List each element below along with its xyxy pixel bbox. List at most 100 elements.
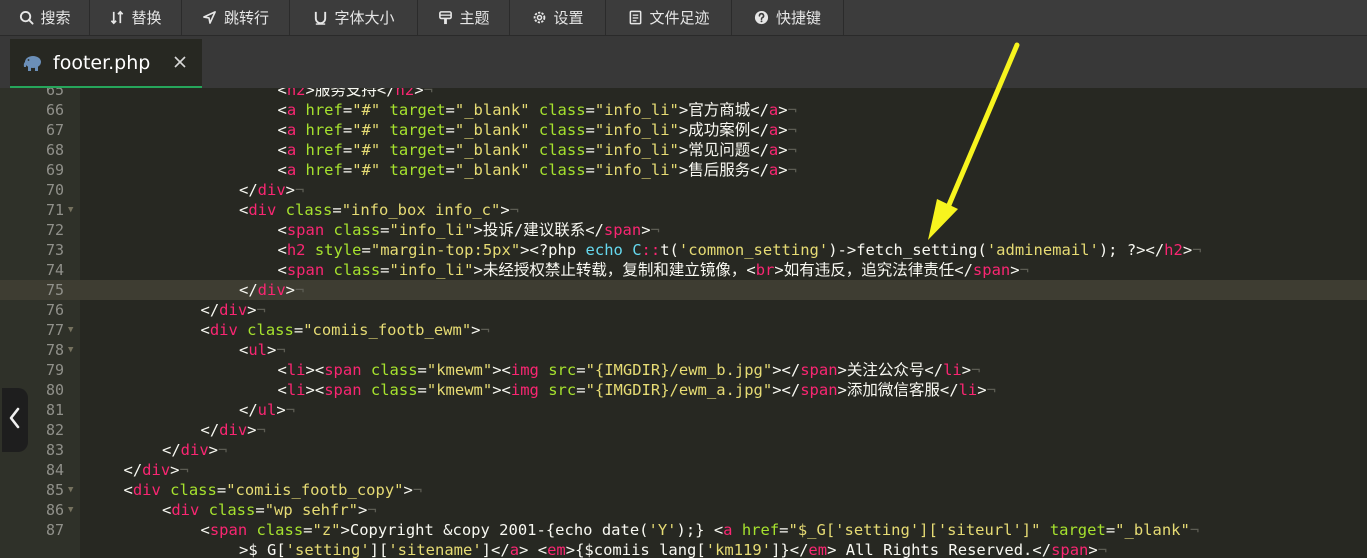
file-history-icon — [627, 10, 643, 26]
tab-footer-php[interactable]: footer.php — [10, 39, 202, 88]
code-text: </div>¬ — [239, 281, 305, 299]
line-number: 76 — [45, 301, 64, 319]
theme-icon — [437, 10, 453, 26]
code-text: >$_G['setting']['sitename']</a> <em>{$co… — [239, 541, 1108, 558]
code-text: <span class="info_li">投诉/建议联系</span>¬ — [277, 221, 660, 239]
line-number: 84 — [45, 461, 64, 479]
code-line[interactable]: 67 <a href="#" target="_blank" class="inf… — [0, 120, 1367, 140]
code-text: <a href="#" target="_blank" class="info_… — [277, 101, 797, 119]
settings-label: 设置 — [553, 9, 584, 27]
code-line[interactable]: 65 <h2>服务支持</h2>¬ — [0, 88, 1367, 100]
side-panel-toggle[interactable] — [2, 388, 28, 452]
line-number: 70 — [45, 181, 64, 199]
code-text: </ul>¬ — [239, 401, 296, 419]
code-text: </div>¬ — [239, 181, 305, 199]
line-number: 78 — [45, 341, 64, 359]
code-line[interactable]: 85 ▼ <div class="comiis_footb_copy">¬ — [0, 480, 1367, 500]
code-editor[interactable]: 65 <h2>服务支持</h2>¬ 66 <a href="#" target="_b… — [0, 88, 1367, 558]
line-number: 77 — [45, 321, 64, 339]
theme-button[interactable]: 主题 — [418, 0, 510, 35]
line-number: 87 — [45, 521, 64, 539]
code-text: </div>¬ — [123, 461, 189, 479]
code-text: <div class="comiis_footb_ewm">¬ — [200, 321, 490, 339]
line-number: 86 — [45, 501, 64, 519]
goto-line-button[interactable]: 跳转行 — [182, 0, 290, 35]
code-line[interactable]: 87 <span class="z">Copyright &copy 2001-{… — [0, 520, 1367, 540]
replace-button[interactable]: 替换 — [90, 0, 182, 35]
code-text: <li><span class="kmewm"><img src="{IMGDI… — [277, 361, 981, 379]
shortcuts-button[interactable]: 快捷键 — [732, 0, 844, 35]
code-text: <ul>¬ — [239, 341, 286, 359]
fold-toggle-icon[interactable]: ▼ — [68, 340, 73, 360]
code-line[interactable]: >$_G['setting']['sitename']</a> <em>{$co… — [0, 540, 1367, 558]
line-number: 72 — [45, 221, 64, 239]
code-line[interactable]: 75 </div>¬ — [0, 280, 1367, 300]
toolbar: 搜索 替换 跳转行 字体大小 主题 设置 文件足迹 快捷键 — [0, 0, 1367, 36]
code-lines: 65 <h2>服务支持</h2>¬ 66 <a href="#" target="_b… — [0, 88, 1367, 558]
code-text: <h2 style="margin-top:5px"><?php echo C:… — [277, 241, 1202, 259]
search-button[interactable]: 搜索 — [0, 0, 90, 35]
line-number: 85 — [45, 481, 64, 499]
goto-line-label: 跳转行 — [223, 9, 269, 27]
code-line[interactable]: 80 <li><span class="kmewm"><img src="{IMG… — [0, 380, 1367, 400]
code-line[interactable]: 76 </div>¬ — [0, 300, 1367, 320]
font-size-button[interactable]: 字体大小 — [290, 0, 418, 35]
code-text: <span class="z">Copyright &copy 2001-{ec… — [200, 521, 1200, 539]
code-text: </div>¬ — [162, 441, 228, 459]
fold-toggle-icon[interactable]: ▼ — [68, 500, 73, 520]
file-history-label: 文件足迹 — [649, 9, 710, 27]
code-text: </div>¬ — [200, 421, 266, 439]
close-icon[interactable] — [172, 54, 188, 70]
code-text: <a href="#" target="_blank" class="info_… — [277, 161, 797, 179]
code-line[interactable]: 81 </ul>¬ — [0, 400, 1367, 420]
tab-title: footer.php — [53, 51, 151, 74]
code-line[interactable]: 86 ▼ <div class="wp sehfr">¬ — [0, 500, 1367, 520]
code-line[interactable]: 71 ▼ <div class="info_box info_c">¬ — [0, 200, 1367, 220]
code-line[interactable]: 79 <li><span class="kmewm"><img src="{IMG… — [0, 360, 1367, 380]
line-number: 79 — [45, 361, 64, 379]
code-line[interactable]: 70 </div>¬ — [0, 180, 1367, 200]
fold-toggle-icon[interactable]: ▼ — [68, 320, 73, 340]
code-line[interactable]: 69 <a href="#" target="_blank" class="inf… — [0, 160, 1367, 180]
fold-toggle-icon[interactable]: ▼ — [68, 200, 73, 220]
file-history-button[interactable]: 文件足迹 — [606, 0, 732, 35]
chevron-left-icon — [8, 406, 22, 435]
line-number: 68 — [45, 141, 64, 159]
shortcuts-label: 快捷键 — [775, 9, 821, 27]
code-line[interactable]: 84 </div>¬ — [0, 460, 1367, 480]
code-text: <h2>服务支持</h2>¬ — [277, 88, 433, 99]
line-number: 75 — [45, 281, 64, 299]
search-icon — [18, 10, 34, 26]
code-line[interactable]: 66 <a href="#" target="_blank" class="inf… — [0, 100, 1367, 120]
line-number: 65 — [45, 88, 64, 99]
code-line[interactable]: 73 <h2 style="margin-top:5px"><?php echo … — [0, 240, 1367, 260]
code-line[interactable]: 74 <span class="info_li">未经授权禁止转载，复制和建立镜像… — [0, 260, 1367, 280]
code-text: <div class="wp sehfr">¬ — [162, 501, 377, 519]
line-number: 74 — [45, 261, 64, 279]
help-icon — [754, 10, 770, 26]
goto-line-icon — [202, 10, 218, 26]
tab-bar: footer.php — [0, 36, 1367, 88]
code-text: </div>¬ — [200, 301, 266, 319]
code-text: <div class="comiis_footb_copy">¬ — [123, 481, 423, 499]
php-elephant-icon — [22, 54, 42, 72]
search-label: 搜索 — [40, 9, 71, 27]
theme-label: 主题 — [459, 9, 490, 27]
code-text: <span class="info_li">未经授权禁止转载，复制和建立镜像，<… — [277, 261, 1029, 279]
code-text: <li><span class="kmewm"><img src="{IMGDI… — [277, 381, 996, 399]
code-line[interactable]: 68 <a href="#" target="_blank" class="inf… — [0, 140, 1367, 160]
code-line[interactable]: 83 </div>¬ — [0, 440, 1367, 460]
font-size-label: 字体大小 — [334, 9, 395, 27]
code-line[interactable]: 82 </div>¬ — [0, 420, 1367, 440]
fold-toggle-icon[interactable]: ▼ — [68, 480, 73, 500]
code-line[interactable]: 77 ▼ <div class="comiis_footb_ewm">¬ — [0, 320, 1367, 340]
line-number: 73 — [45, 241, 64, 259]
line-number: 67 — [45, 121, 64, 139]
line-number: 69 — [45, 161, 64, 179]
replace-icon — [109, 10, 125, 26]
code-text: <div class="info_box info_c">¬ — [239, 201, 520, 219]
settings-button[interactable]: 设置 — [510, 0, 606, 35]
code-line[interactable]: 78 ▼ <ul>¬ — [0, 340, 1367, 360]
gear-icon — [531, 10, 547, 26]
code-line[interactable]: 72 <span class="info_li">投诉/建议联系</span>¬ — [0, 220, 1367, 240]
